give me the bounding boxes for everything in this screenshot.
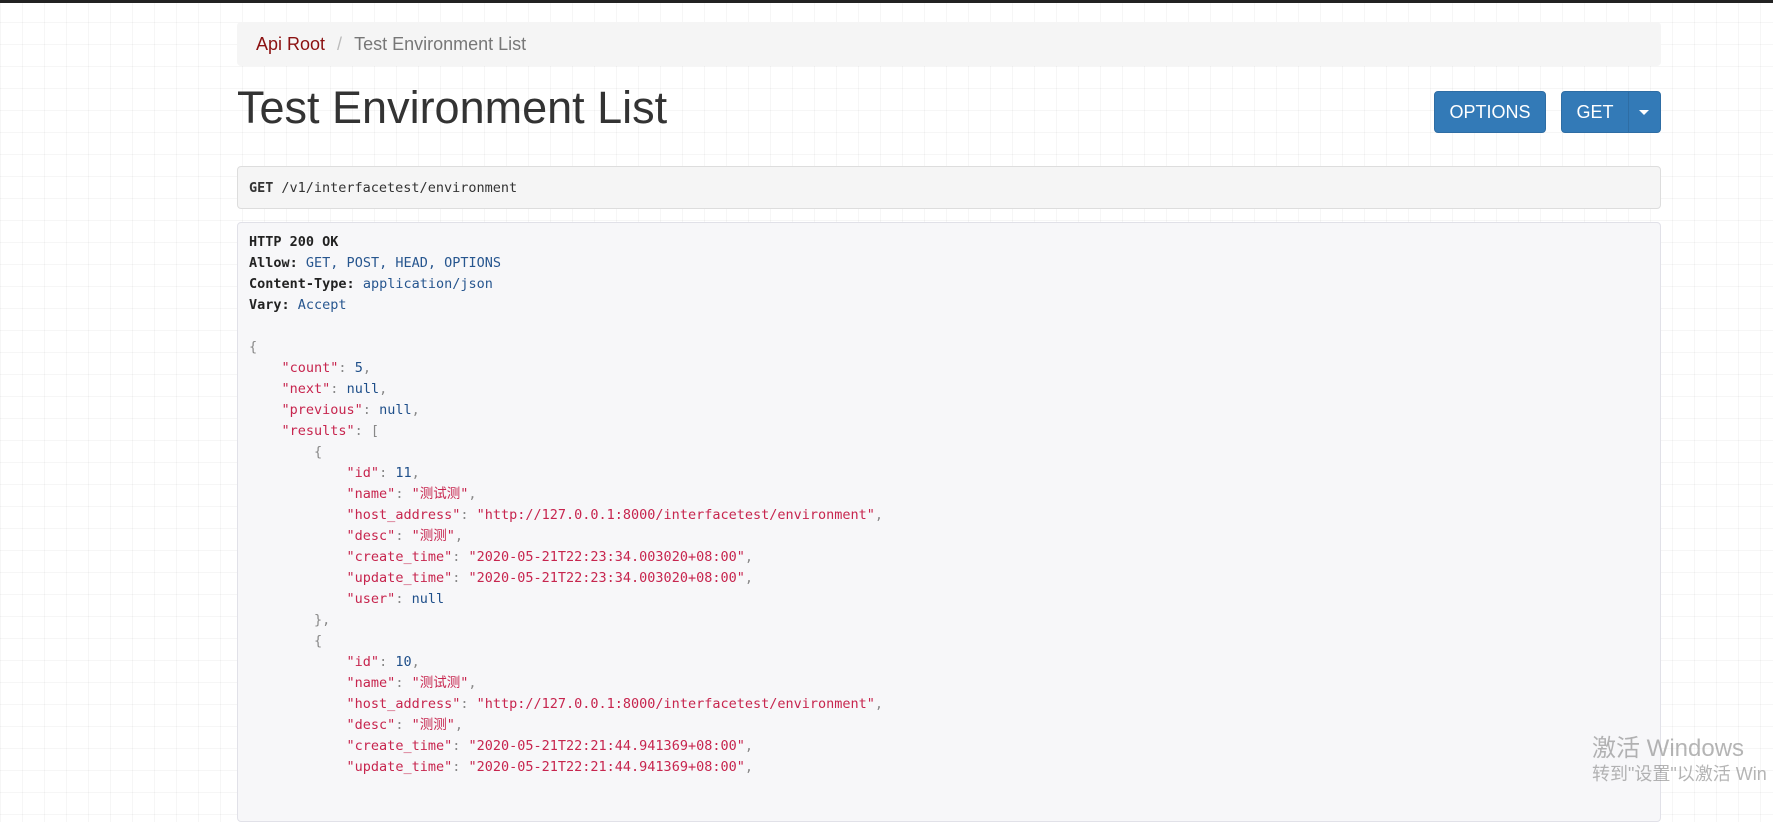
chevron-down-icon bbox=[1639, 109, 1650, 115]
header-value: Accept bbox=[297, 297, 347, 313]
breadcrumb-api-root-link[interactable]: Api Root bbox=[256, 34, 325, 55]
json-next-value: null bbox=[346, 381, 380, 397]
json-create-time-value: 2020-05-21T22:21:44.941369+08:00 bbox=[476, 738, 737, 754]
response-info: HTTP 200 OK Allow: GET, POST, HEAD, OPTI… bbox=[237, 222, 1661, 822]
request-method: GET bbox=[249, 179, 274, 196]
windows-activation-watermark: 激活 Windows bbox=[1592, 735, 1745, 762]
options-button[interactable]: OPTIONS bbox=[1434, 91, 1546, 133]
json-desc-value: 测测 bbox=[419, 528, 447, 544]
json-host-address-value: http://127.0.0.1:8000/interfacetest/envi… bbox=[484, 696, 867, 712]
json-host-address-value: http://127.0.0.1:8000/interfacetest/envi… bbox=[484, 507, 867, 523]
json-id-value: 11 bbox=[395, 465, 412, 481]
header-key: Allow: bbox=[249, 255, 298, 271]
page-container: Api Root / Test Environment List Test En… bbox=[237, 22, 1661, 822]
header-value: GET, POST, HEAD, OPTIONS bbox=[305, 255, 501, 271]
response-status: HTTP 200 OK bbox=[249, 234, 339, 250]
json-update-time-value: 2020-05-21T22:23:34.003020+08:00 bbox=[476, 570, 737, 586]
json-count-value: 5 bbox=[354, 360, 363, 376]
header-value: application/json bbox=[362, 276, 493, 292]
get-button-label[interactable]: GET bbox=[1562, 102, 1628, 123]
request-path: /v1/interfacetest/environment bbox=[281, 179, 518, 196]
breadcrumb-current: Test Environment List bbox=[354, 33, 527, 54]
json-previous-value: null bbox=[379, 402, 412, 418]
breadcrumb-separator: / bbox=[337, 33, 343, 54]
json-name-value: 测试测 bbox=[419, 486, 461, 502]
json-user-value: null bbox=[411, 591, 445, 607]
header-key: Content-Type: bbox=[249, 276, 355, 292]
get-button[interactable]: GET bbox=[1561, 91, 1661, 133]
header-key: Vary: bbox=[249, 297, 290, 313]
json-create-time-value: 2020-05-21T22:23:34.003020+08:00 bbox=[476, 549, 737, 565]
request-info: GET /v1/interfacetest/environment bbox=[237, 166, 1661, 209]
page-title: Test Environment List bbox=[237, 82, 668, 133]
json-id-value: 10 bbox=[395, 654, 412, 670]
breadcrumb: Api Root / Test Environment List bbox=[237, 22, 1661, 66]
json-desc-value: 测测 bbox=[419, 717, 447, 733]
windows-activation-subtitle: 转到"设置"以激活 Win bbox=[1592, 764, 1767, 784]
get-format-dropdown-toggle[interactable] bbox=[1627, 92, 1660, 132]
top-bar bbox=[0, 0, 1773, 3]
json-name-value: 测试测 bbox=[419, 675, 461, 691]
json-update-time-value: 2020-05-21T22:21:44.941369+08:00 bbox=[476, 759, 737, 775]
